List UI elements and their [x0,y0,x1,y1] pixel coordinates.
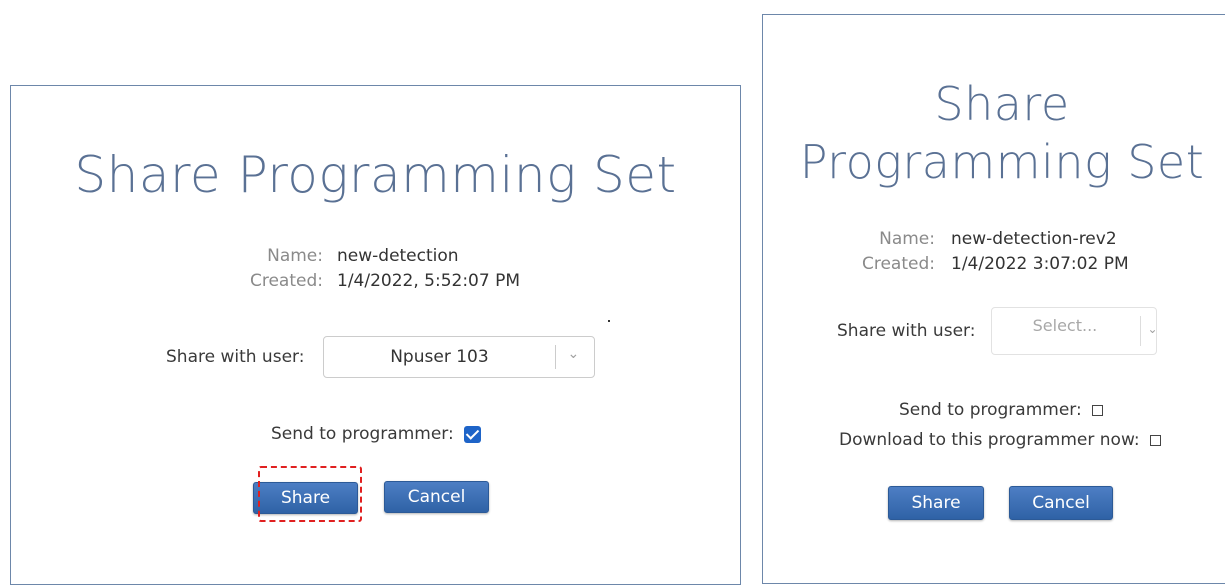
dialog-title: Share Programming Set [74,146,677,204]
cancel-button[interactable]: Cancel [384,481,489,513]
created-label: Created: [861,254,935,274]
send-to-programmer-row: Send to programmer: [899,400,1103,420]
stray-dot [608,320,610,322]
set-info: Name: new-detection-rev2 Created: 1/4/2022… [843,227,1129,277]
download-now-row: Download to this programmer now: [839,430,1161,450]
share-with-row: Share with user: Select... ⌄ [837,307,1158,355]
name-value: new-detection [337,246,459,266]
chevron-down-icon[interactable]: ⌄ [1147,322,1157,336]
name-value: new-detection-rev2 [951,229,1117,249]
created-value: 1/4/2022, 5:52:07 PM [337,271,521,291]
select-placeholder: Select... [1032,316,1098,335]
share-with-label: Share with user: [166,347,305,367]
dialog-title: Share Programming Set [763,75,1225,191]
created-value: 1/4/2022 3:07:02 PM [951,254,1129,274]
share-button[interactable]: Share [888,486,984,520]
share-with-label: Share with user: [837,321,976,341]
send-to-programmer-label: Send to programmer: [271,424,454,444]
send-to-programmer-checkbox[interactable] [463,425,481,443]
send-to-programmer-checkbox[interactable] [1091,404,1103,416]
share-button[interactable]: Share [253,482,358,514]
set-info: Name: new-detection Created: 1/4/2022, 5:5… [211,244,520,294]
download-now-label: Download to this programmer now: [839,430,1140,450]
chevron-down-icon[interactable]: ⌄ [567,346,579,362]
send-to-programmer-label: Send to programmer: [899,400,1082,420]
created-label: Created: [249,271,323,291]
select-separator [1140,316,1142,346]
selected-user: Npuser 103 [390,347,489,367]
select-separator [555,345,557,369]
dialog-title-line2: Programming Set [799,135,1205,189]
name-label: Name: [267,246,323,266]
cancel-button[interactable]: Cancel [1009,486,1113,520]
download-now-checkbox[interactable] [1149,434,1161,446]
name-label: Name: [879,229,935,249]
share-dialog-left: Share Programming Set Name: new-detection… [10,85,741,585]
share-with-row: Share with user: Npuser 103 ⌄ [166,336,596,378]
share-with-user-select[interactable]: Select... ⌄ [991,307,1158,355]
dialog-title-line1: Share [934,77,1070,131]
share-with-user-select[interactable]: Npuser 103 ⌄ [323,336,596,378]
send-to-programmer-row: Send to programmer: [271,424,481,444]
share-dialog-right: Share Programming Set Name: new-detection… [762,14,1225,584]
